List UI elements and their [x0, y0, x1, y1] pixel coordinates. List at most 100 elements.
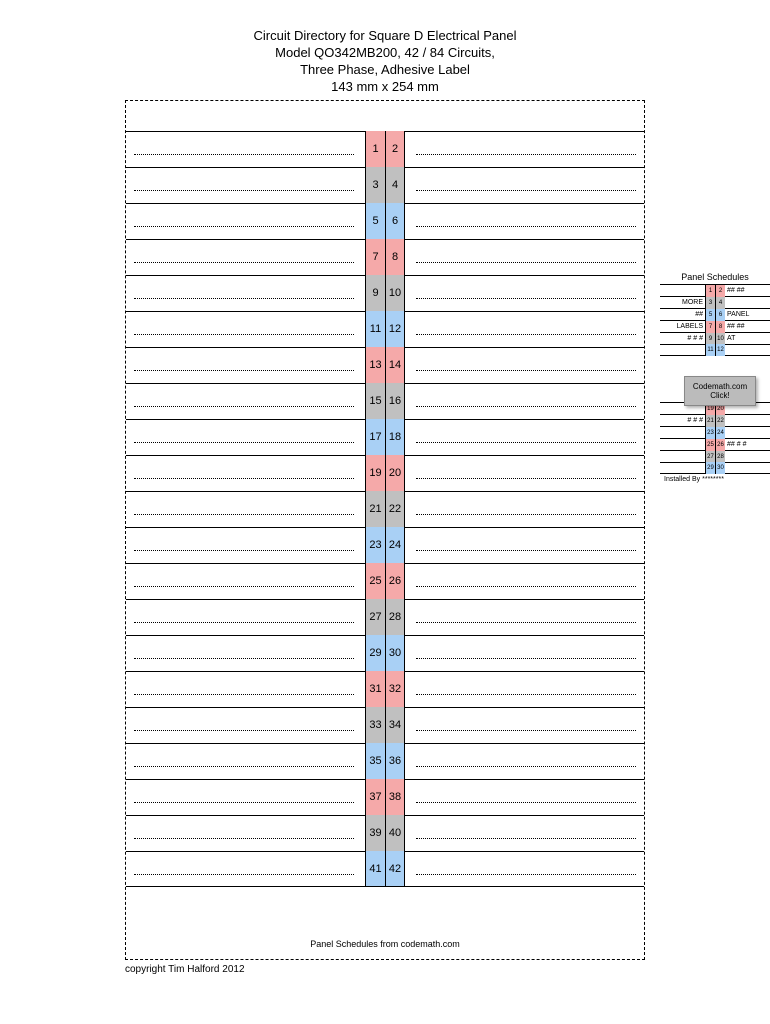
thumb-num-right: 26 — [715, 439, 725, 451]
label-area-right[interactable] — [416, 334, 636, 335]
thumb-num-right: 10 — [715, 333, 725, 345]
thumb-row: 1112 — [660, 344, 770, 356]
label-area-right[interactable] — [416, 154, 636, 155]
circuit-number-right: 34 — [385, 707, 405, 743]
circuit-number-right: 26 — [385, 563, 405, 599]
circuit-number-left: 27 — [365, 599, 385, 635]
label-area-right[interactable] — [416, 874, 636, 875]
circuit-number-left: 9 — [365, 275, 385, 311]
circuit-row: 2122 — [126, 491, 644, 527]
codemath-button[interactable]: Codemath.com Click! — [684, 376, 756, 406]
circuit-number-left: 21 — [365, 491, 385, 527]
codemath-button-line1: Codemath.com — [685, 382, 755, 391]
label-area-left[interactable] — [134, 838, 354, 839]
circuit-number-left: 41 — [365, 851, 385, 887]
label-area-left[interactable] — [134, 370, 354, 371]
label-area-left[interactable] — [134, 154, 354, 155]
circuit-row: 3334 — [126, 707, 644, 743]
label-area-right[interactable] — [416, 514, 636, 515]
label-area-left[interactable] — [134, 262, 354, 263]
thumb-text-right: ## # # — [725, 441, 770, 448]
label-area-left[interactable] — [134, 622, 354, 623]
label-area-right[interactable] — [416, 442, 636, 443]
label-area-left[interactable] — [134, 730, 354, 731]
label-area-left[interactable] — [134, 190, 354, 191]
thumb-num-left: 21 — [705, 415, 715, 427]
circuit-number-left: 33 — [365, 707, 385, 743]
thumb-num-right: 30 — [715, 462, 725, 474]
circuit-number-left: 11 — [365, 311, 385, 347]
thumb-num-right: 24 — [715, 427, 725, 439]
thumb-text-left: # # # — [660, 417, 705, 424]
thumb-num-right: 4 — [715, 297, 725, 309]
circuit-row: 1718 — [126, 419, 644, 455]
label-area-left[interactable] — [134, 442, 354, 443]
label-area-left[interactable] — [134, 406, 354, 407]
label-area-right[interactable] — [416, 262, 636, 263]
thumb-row: 12## ## — [660, 284, 770, 296]
label-area-right[interactable] — [416, 622, 636, 623]
header-line-4: 143 mm x 254 mm — [0, 79, 770, 96]
label-area-left[interactable] — [134, 802, 354, 803]
thumbnail-title: Panel Schedules — [660, 272, 770, 282]
label-area-right[interactable] — [416, 406, 636, 407]
label-area-right[interactable] — [416, 190, 636, 191]
thumb-row: MORE34 — [660, 296, 770, 308]
circuit-number-right: 8 — [385, 239, 405, 275]
thumb-text-right: AT — [725, 335, 770, 342]
label-area-left[interactable] — [134, 514, 354, 515]
label-area-left[interactable] — [134, 766, 354, 767]
label-area-right[interactable] — [416, 550, 636, 551]
label-area-right[interactable] — [416, 658, 636, 659]
circuit-row: 3940 — [126, 815, 644, 851]
panel-label-box: 1234567891011121314151617181920212223242… — [125, 100, 645, 960]
label-area-left[interactable] — [134, 478, 354, 479]
circuit-number-left: 23 — [365, 527, 385, 563]
circuit-number-left: 17 — [365, 419, 385, 455]
circuit-number-right: 6 — [385, 203, 405, 239]
header-line-3: Three Phase, Adhesive Label — [0, 62, 770, 79]
thumb-num-left: 23 — [705, 427, 715, 439]
copyright: copyright Tim Halford 2012 — [125, 964, 645, 975]
circuit-number-left: 5 — [365, 203, 385, 239]
circuit-number-right: 20 — [385, 455, 405, 491]
label-area-left[interactable] — [134, 226, 354, 227]
circuit-number-right: 18 — [385, 419, 405, 455]
label-area-right[interactable] — [416, 802, 636, 803]
circuit-number-right: 24 — [385, 527, 405, 563]
thumb-num-right: 28 — [715, 451, 725, 463]
circuit-row: 1516 — [126, 383, 644, 419]
label-area-left[interactable] — [134, 586, 354, 587]
thumb-num-right: 22 — [715, 415, 725, 427]
label-area-right[interactable] — [416, 298, 636, 299]
thumb-num-left: 29 — [705, 462, 715, 474]
circuit-number-left: 15 — [365, 383, 385, 419]
circuit-row: 2728 — [126, 599, 644, 635]
label-area-right[interactable] — [416, 694, 636, 695]
label-area-right[interactable] — [416, 766, 636, 767]
footer-inside: Panel Schedules from codemath.com — [126, 939, 644, 949]
circuit-number-right: 40 — [385, 815, 405, 851]
label-area-left[interactable] — [134, 334, 354, 335]
label-area-right[interactable] — [416, 586, 636, 587]
label-area-right[interactable] — [416, 226, 636, 227]
circuit-row: 34 — [126, 167, 644, 203]
header-line-1: Circuit Directory for Square D Electrica… — [0, 28, 770, 45]
label-area-left[interactable] — [134, 874, 354, 875]
label-area-left[interactable] — [134, 550, 354, 551]
label-area-left[interactable] — [134, 298, 354, 299]
thumb-row: 2526## # # — [660, 438, 770, 450]
circuit-number-right: 32 — [385, 671, 405, 707]
thumb-num-left: 11 — [705, 344, 715, 356]
circuit-row: 1314 — [126, 347, 644, 383]
label-area-right[interactable] — [416, 838, 636, 839]
label-area-left[interactable] — [134, 694, 354, 695]
thumb-num-right: 6 — [715, 309, 725, 321]
label-area-right[interactable] — [416, 370, 636, 371]
label-area-right[interactable] — [416, 730, 636, 731]
thumb-text-right: ## ## — [725, 287, 770, 294]
label-area-right[interactable] — [416, 478, 636, 479]
circuit-number-right: 28 — [385, 599, 405, 635]
label-area-left[interactable] — [134, 658, 354, 659]
thumb-row: ##56PANEL — [660, 308, 770, 320]
